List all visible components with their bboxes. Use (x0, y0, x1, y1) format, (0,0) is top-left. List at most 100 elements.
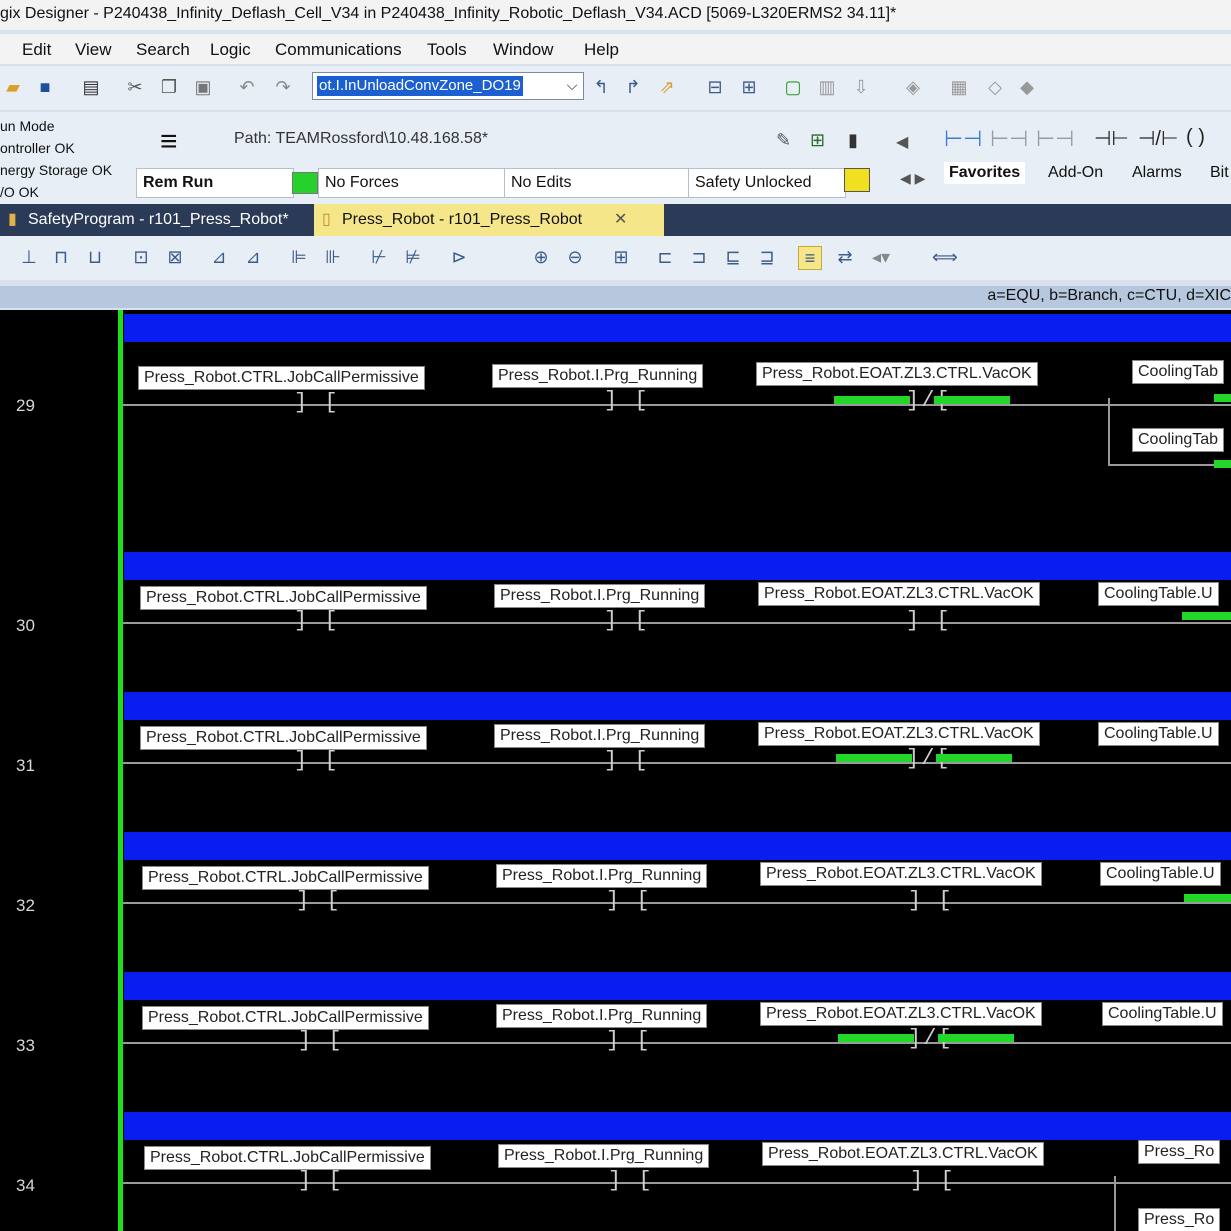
tag-job-call-permissive[interactable]: Press_Robot.CTRL.JobCallPermissive (142, 866, 429, 890)
cut-icon[interactable]: ✂ (124, 76, 146, 98)
controller-icon[interactable]: ▮ (848, 130, 858, 151)
branch-icon[interactable]: ⊢⊣ (944, 126, 982, 152)
safety-lock-icon-status[interactable] (844, 168, 870, 192)
address-view-icon[interactable]: ⊒ (756, 246, 778, 268)
back-dropdown-icon[interactable]: ◂▾ (870, 246, 892, 268)
tag-job-call-permissive[interactable]: Press_Robot.CTRL.JobCallPermissive (140, 726, 427, 750)
tag-vac-ok[interactable]: Press_Robot.EOAT.ZL3.CTRL.VacOK (760, 862, 1042, 886)
untest-edits-icon[interactable]: ⊿ (242, 246, 264, 268)
paste-icon[interactable]: ▣ (192, 76, 214, 98)
menu-tools[interactable]: Tools (427, 40, 467, 60)
tab-scroll-left-icon[interactable]: ◀ ▶ (900, 170, 925, 187)
parallel-branch-icon[interactable]: ⊢⊣ (1036, 126, 1074, 152)
tag-prg-running[interactable]: Press_Robot.I.Prg_Running (494, 724, 706, 748)
fit-width-icon[interactable]: ⊞ (610, 246, 632, 268)
branch-level-icon[interactable]: ⊢⊣ (990, 126, 1028, 152)
tag-job-call-permissive[interactable]: Press_Robot.CTRL.JobCallPermissive (138, 366, 425, 390)
xic-contact[interactable]: ] [ (294, 748, 340, 773)
copy-icon[interactable]: ❐ (158, 76, 180, 98)
export-icon[interactable]: ⇩ (850, 76, 872, 98)
tag-vac-ok[interactable]: Press_Robot.EOAT.ZL3.CTRL.VacOK (756, 362, 1038, 386)
xic-contact[interactable]: ] [ (606, 888, 652, 913)
open-folder-icon[interactable]: ▰ (2, 76, 24, 98)
test-edits-icon[interactable]: ⊿ (208, 246, 230, 268)
link-icon[interactable]: ⟺ (932, 246, 958, 268)
menu-help[interactable]: Help (584, 40, 619, 60)
library-icon[interactable]: ▦ (948, 76, 970, 98)
tag-search-value[interactable]: ot.I.InUnloadConvZone_DO19 (317, 76, 523, 96)
verify-routine-icon[interactable]: ⊟ (704, 76, 726, 98)
xic-icon[interactable]: ⊣⊢ (1094, 126, 1129, 151)
tag-job-call-permissive[interactable]: Press_Robot.CTRL.JobCallPermissive (144, 1146, 431, 1170)
xic-contact[interactable]: ] [ (298, 1028, 344, 1053)
find-next-icon[interactable]: ↱ (622, 76, 644, 98)
tag-vac-ok[interactable]: Press_Robot.EOAT.ZL3.CTRL.VacOK (762, 1142, 1044, 1166)
safety-signature-icon[interactable]: ◆ (1016, 76, 1038, 98)
rung-29-header[interactable] (124, 314, 1231, 342)
xic-contact[interactable]: ] [ (906, 608, 952, 633)
rung-33-header[interactable] (124, 972, 1231, 1000)
menu-view[interactable]: View (75, 40, 112, 60)
chevron-down-icon[interactable]: ⌵ (563, 75, 581, 95)
tag-cooling-table[interactable]: CoolingTab (1132, 360, 1225, 384)
xic-contact[interactable]: ] [ (294, 390, 340, 415)
tag-cooling-table[interactable]: CoolingTable.U (1098, 722, 1219, 746)
tag-search-combo[interactable]: ot.I.InUnloadConvZone_DO19 ⌵ (312, 72, 584, 100)
tab-press-robot[interactable]: ▯ Press_Robot - r101_Press_Robot ✕ (314, 204, 664, 236)
tab-bit[interactable]: Bit (1210, 164, 1229, 182)
menu-logic[interactable]: Logic (210, 40, 251, 60)
network-icon[interactable]: ⊞ (810, 130, 825, 151)
assemble-edits-icon[interactable]: ⊫ (288, 246, 310, 268)
tag-prg-running[interactable]: Press_Robot.I.Prg_Running (498, 1144, 710, 1168)
tag-press-robot[interactable]: Press_Ro (1138, 1208, 1221, 1231)
safety-status[interactable]: Safety Unlocked (688, 168, 846, 198)
forces-status[interactable]: No Forces (318, 168, 506, 198)
menu-window[interactable]: Window (493, 40, 553, 60)
tab-favorites[interactable]: Favorites (944, 162, 1026, 184)
menu-edit[interactable]: Edit (22, 40, 51, 60)
bookmark-icon[interactable]: ⊬ (368, 246, 390, 268)
scroll-left-icon[interactable]: ◀ (896, 132, 908, 152)
tag-prg-running[interactable]: Press_Robot.I.Prg_Running (496, 1004, 708, 1028)
pin-icon[interactable]: ✎ (776, 130, 791, 151)
tag-prg-running[interactable]: Press_Robot.I.Prg_Running (496, 864, 708, 888)
controller-organizer-icon[interactable]: ◈ (902, 76, 924, 98)
rung-31-header[interactable] (124, 692, 1231, 720)
verify-controller-icon[interactable]: ⊞ (738, 76, 760, 98)
tag-view-icon[interactable]: ⊏ (654, 246, 676, 268)
tag-vac-ok[interactable]: Press_Robot.EOAT.ZL3.CTRL.VacOK (758, 582, 1040, 606)
xio-icon[interactable]: ⊣/⊢ (1138, 126, 1178, 151)
menu-communications[interactable]: Communications (275, 40, 402, 60)
branch-level-icon[interactable]: ⊔ (84, 246, 106, 268)
tag-prg-running[interactable]: Press_Robot.I.Prg_Running (492, 364, 704, 388)
verify-rung-icon[interactable]: ⊡ (130, 246, 152, 268)
tag-job-call-permissive[interactable]: Press_Robot.CTRL.JobCallPermissive (140, 586, 427, 610)
add-rung-icon[interactable]: ⊥ (18, 246, 40, 268)
swap-icon[interactable]: ⇄ (834, 246, 856, 268)
tag-cooling-table[interactable]: CoolingTab (1132, 428, 1225, 452)
redo-icon[interactable]: ↷ (272, 76, 294, 98)
tag-cooling-table[interactable]: CoolingTable.U (1100, 862, 1221, 886)
xic-contact[interactable]: ] [ (608, 1168, 654, 1193)
ote-icon[interactable]: ( ) (1186, 126, 1205, 149)
tag-cooling-table[interactable]: CoolingTable.U (1098, 582, 1219, 606)
run-mode-icon[interactable]: ⊳ (448, 246, 470, 268)
menu-search[interactable]: Search (136, 40, 190, 60)
tag-prg-running[interactable]: Press_Robot.I.Prg_Running (494, 584, 706, 608)
xic-contact[interactable]: ] [ (908, 888, 954, 913)
rung-34-header[interactable] (124, 1112, 1231, 1140)
tag-description-toggle-icon[interactable]: ≡ (798, 246, 822, 270)
accept-edits-icon[interactable]: ⊠ (164, 246, 186, 268)
xic-contact[interactable]: ] [ (604, 748, 650, 773)
xic-contact[interactable]: ] [ (606, 1028, 652, 1053)
new-component-icon[interactable]: ▢ (782, 76, 804, 98)
zoom-in-icon[interactable]: ⊕ (530, 246, 552, 268)
description-view-icon[interactable]: ⊐ (688, 246, 710, 268)
safety-lock-icon[interactable]: ◇ (984, 76, 1006, 98)
tab-add-on[interactable]: Add-On (1048, 164, 1103, 182)
comment-view-icon[interactable]: ⊑ (722, 246, 744, 268)
go-to-tag-icon[interactable]: ↰ (590, 76, 612, 98)
print-icon[interactable]: ▤ (80, 76, 102, 98)
ladder-editor[interactable]: 29 Press_Robot.CTRL.JobCallPermissive ] … (0, 310, 1231, 1231)
close-icon[interactable]: ✕ (614, 204, 627, 236)
